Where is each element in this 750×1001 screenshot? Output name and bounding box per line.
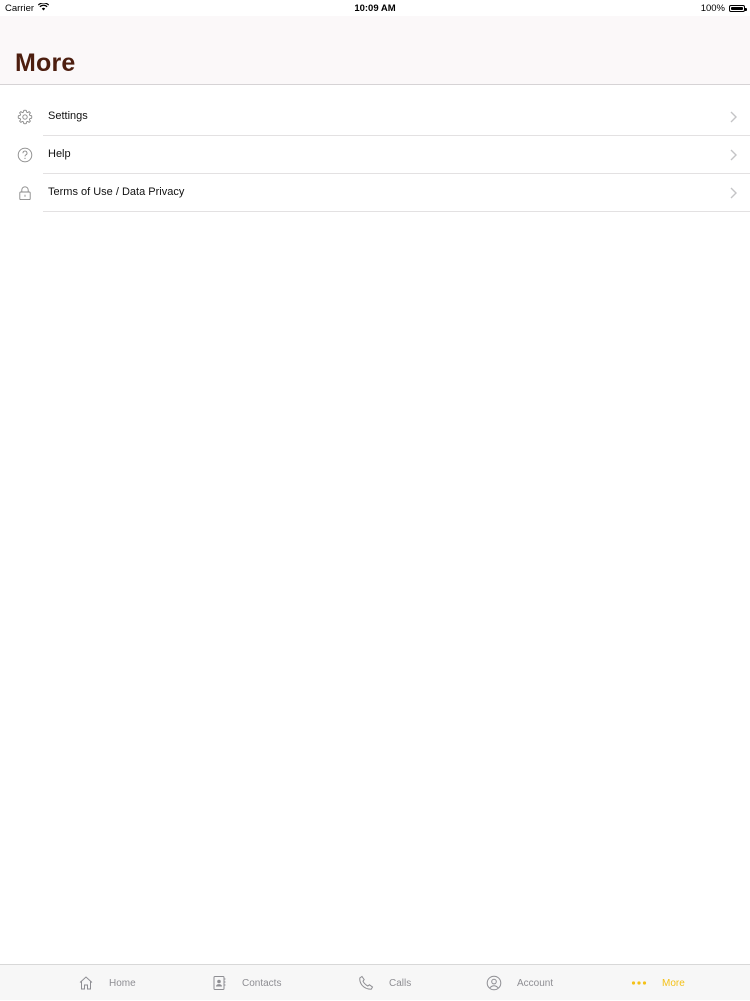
more-menu-list: Settings Help Terms of Use / Data Privac… (0, 98, 750, 212)
gear-icon (16, 108, 34, 126)
tab-more[interactable]: More (630, 965, 685, 1001)
status-time: 10:09 AM (354, 3, 396, 14)
menu-item-label: Help (48, 148, 71, 160)
menu-item-label: Settings (48, 110, 88, 122)
lock-icon (16, 184, 34, 202)
tab-home[interactable]: Home (77, 965, 136, 1001)
more-dots-icon (630, 974, 648, 992)
tab-label: Account (517, 977, 554, 989)
menu-item-label: Terms of Use / Data Privacy (48, 186, 185, 198)
tab-label: More (662, 977, 685, 989)
divider (43, 211, 750, 212)
chevron-right-icon (728, 110, 740, 124)
tab-label: Home (109, 977, 136, 989)
tab-calls[interactable]: Calls (357, 965, 411, 1001)
battery-percent: 100% (700, 3, 725, 14)
account-circle-icon (485, 974, 503, 992)
home-icon (77, 974, 95, 992)
question-circle-icon (16, 146, 34, 164)
battery-icon (729, 5, 747, 12)
navigation-header: More (0, 16, 750, 85)
chevron-right-icon (728, 148, 740, 162)
menu-item-help[interactable]: Help (0, 136, 750, 174)
menu-item-terms-privacy[interactable]: Terms of Use / Data Privacy (0, 174, 750, 212)
tab-label: Calls (389, 977, 412, 989)
phone-icon (357, 974, 375, 992)
page-title: More (15, 49, 76, 77)
status-right: 100% (700, 3, 747, 14)
tab-bar: Home Contacts Calls Account More (0, 964, 750, 1000)
contacts-book-icon (210, 974, 228, 992)
tab-account[interactable]: Account (485, 965, 553, 1001)
status-bar: Carrier 10:09 AM 100% (0, 0, 750, 16)
chevron-right-icon (728, 186, 740, 200)
tab-label: Contacts (242, 977, 282, 989)
tab-contacts[interactable]: Contacts (210, 965, 281, 1001)
menu-item-settings[interactable]: Settings (0, 98, 750, 136)
